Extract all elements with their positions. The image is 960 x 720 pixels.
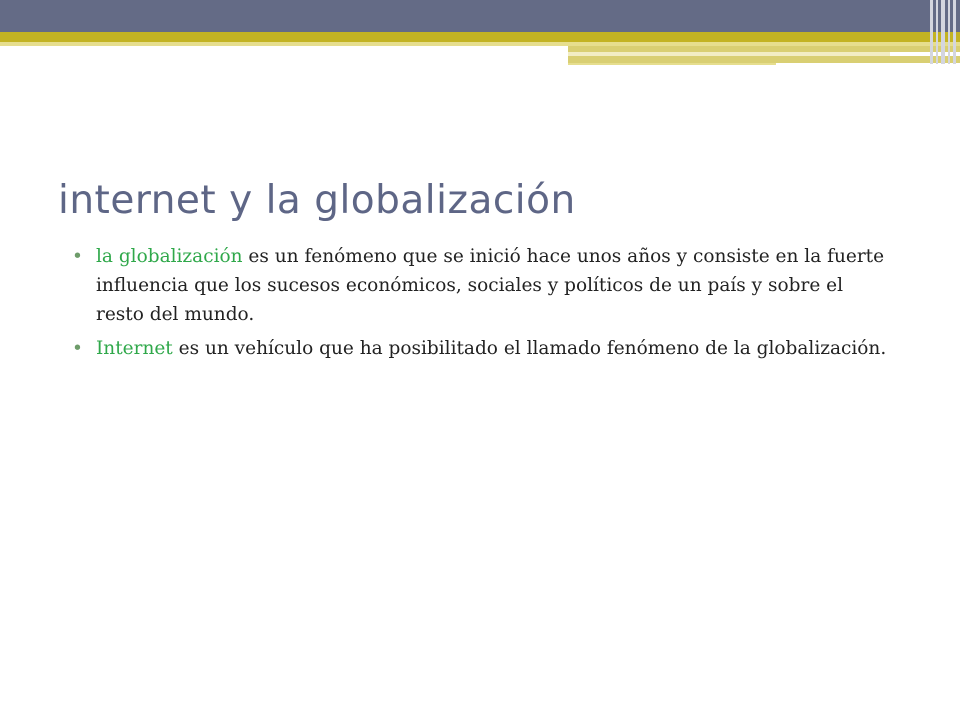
bullet-item: • Internet es un vehículo que ha posibili… bbox=[72, 334, 892, 363]
bullet-marker: • bbox=[72, 338, 83, 359]
bullet-item: • la globalización es un fenómeno que se … bbox=[72, 242, 892, 329]
bullet-list: • la globalización es un fenómeno que se … bbox=[72, 242, 892, 368]
header-band-accent-4 bbox=[568, 63, 776, 65]
header-band-accent-3 bbox=[568, 56, 960, 63]
header-band-slate bbox=[0, 0, 960, 32]
header-band-gold bbox=[0, 32, 960, 42]
bullet-highlight: la globalización bbox=[96, 246, 243, 267]
bullet-highlight: Internet bbox=[96, 338, 173, 359]
bullet-text: es un vehículo que ha posibilitado el ll… bbox=[172, 338, 887, 359]
slide-title: internet y la globalización bbox=[58, 178, 576, 223]
bullet-marker: • bbox=[72, 246, 83, 267]
header-vertical-stripes bbox=[928, 0, 960, 64]
